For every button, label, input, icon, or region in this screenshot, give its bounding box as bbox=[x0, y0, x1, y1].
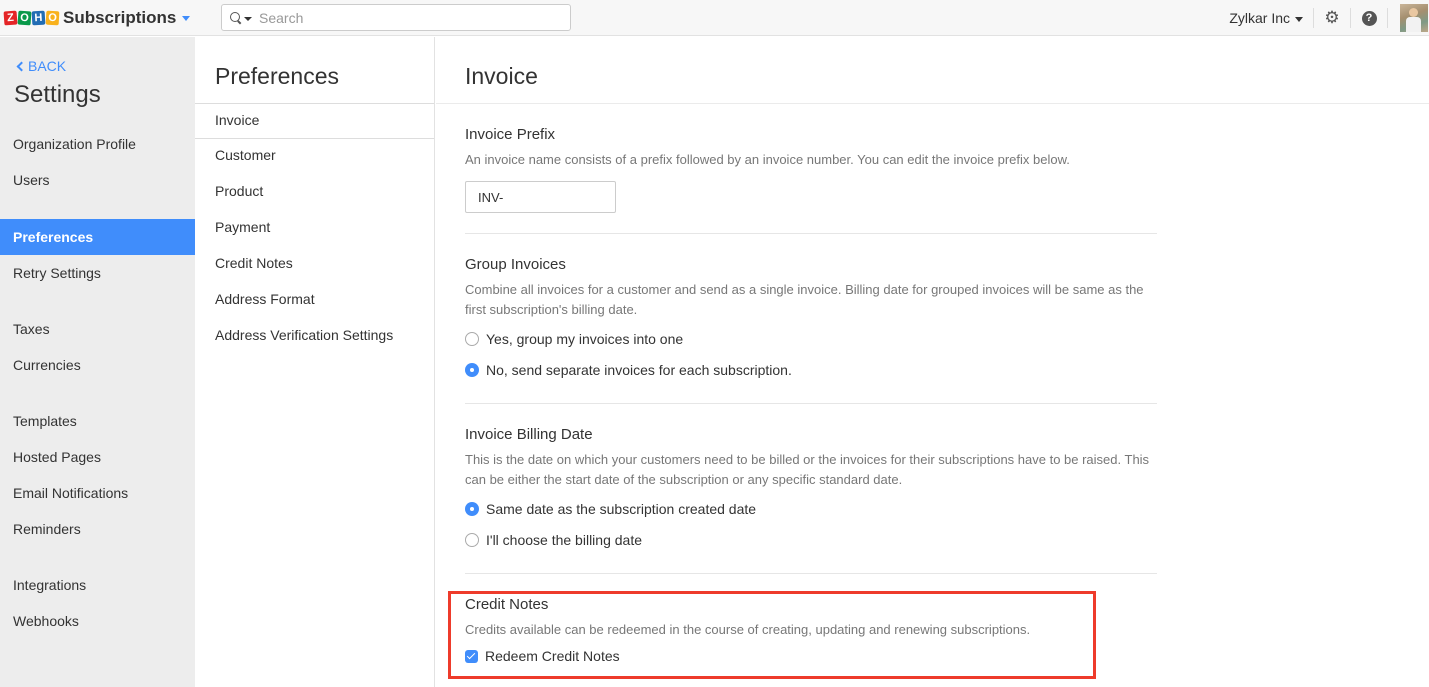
chevron-down-icon bbox=[1295, 16, 1303, 22]
pref-item-payment[interactable]: Payment bbox=[195, 211, 434, 247]
help-icon: ? bbox=[1361, 10, 1377, 26]
section-description: An invoice name consists of a prefix fol… bbox=[465, 152, 1070, 167]
settings-button[interactable]: ⚙ bbox=[1314, 0, 1350, 36]
avatar[interactable] bbox=[1400, 4, 1428, 32]
sidebar-item-users[interactable]: Users bbox=[0, 162, 195, 198]
billing-date-section: Invoice Billing Date This is the date on… bbox=[465, 426, 1157, 574]
preferences-panel: Preferences Invoice Customer Product Pay… bbox=[195, 37, 435, 687]
sidebar-item-retry-settings[interactable]: Retry Settings bbox=[0, 255, 195, 291]
page-header: Invoice bbox=[436, 37, 1429, 104]
sidebar-item-preferences[interactable]: Preferences bbox=[0, 219, 195, 255]
app-name: Subscriptions bbox=[63, 7, 177, 27]
settings-title: Settings bbox=[14, 81, 101, 108]
top-bar: Z O H O Subscriptions Zylkar Inc ⚙ ? bbox=[0, 0, 1429, 36]
invoice-settings: Invoice Invoice Prefix An invoice name c… bbox=[436, 37, 1429, 687]
sidebar-item-templates[interactable]: Templates bbox=[0, 403, 195, 439]
pref-item-customer[interactable]: Customer bbox=[195, 139, 434, 175]
redeem-credit-notes-checkbox[interactable]: Redeem Credit Notes bbox=[465, 644, 1157, 668]
invoice-prefix-input[interactable] bbox=[465, 181, 616, 213]
section-title: Invoice Prefix bbox=[465, 126, 556, 143]
section-title: Credit Notes bbox=[465, 596, 549, 613]
page-title: Invoice bbox=[465, 63, 538, 89]
zoho-logo: Z O H O bbox=[3, 10, 60, 25]
search-input[interactable] bbox=[259, 9, 549, 26]
sidebar-item-webhooks[interactable]: Webhooks bbox=[0, 603, 195, 639]
radio-group-invoices-no[interactable]: No, send separate invoices for each subs… bbox=[465, 354, 1157, 385]
sidebar-item-currencies[interactable]: Currencies bbox=[0, 347, 195, 383]
search-icon[interactable] bbox=[230, 11, 242, 24]
radio-billing-choose-date[interactable]: I'll choose the billing date bbox=[465, 524, 1157, 555]
sidebar-item-integrations[interactable]: Integrations bbox=[0, 567, 195, 603]
preferences-list: Invoice Customer Product Payment Credit … bbox=[195, 103, 434, 355]
sidebar-item-hosted-pages[interactable]: Hosted Pages bbox=[0, 439, 195, 475]
section-title: Invoice Billing Date bbox=[465, 426, 593, 443]
search-box bbox=[221, 4, 571, 31]
radio-checked-icon[interactable] bbox=[465, 501, 479, 516]
back-link[interactable]: BACK bbox=[16, 58, 66, 74]
settings-sidebar: BACK Settings Organization Profile Users… bbox=[0, 37, 195, 687]
radio-group-invoices-yes[interactable]: Yes, group my invoices into one bbox=[465, 323, 1157, 354]
pref-item-product[interactable]: Product bbox=[195, 175, 434, 211]
section-description: Combine all invoices for a customer and … bbox=[465, 282, 1144, 317]
app-switcher[interactable]: Z O H O Subscriptions bbox=[3, 7, 191, 28]
sidebar-item-reminders[interactable]: Reminders bbox=[0, 511, 195, 547]
pref-item-invoice[interactable]: Invoice bbox=[195, 103, 434, 139]
gear-icon: ⚙ bbox=[1324, 8, 1340, 27]
preferences-title: Preferences bbox=[215, 63, 340, 89]
pref-item-credit-notes[interactable]: Credit Notes bbox=[195, 247, 434, 283]
radio-unchecked-icon[interactable] bbox=[465, 532, 479, 547]
chevron-left-icon bbox=[16, 61, 27, 71]
section-description: Credits available can be redeemed in the… bbox=[465, 622, 1031, 637]
divider bbox=[1387, 8, 1388, 28]
pref-item-address-format[interactable]: Address Format bbox=[195, 283, 434, 319]
radio-billing-same-date[interactable]: Same date as the subscription created da… bbox=[465, 493, 1157, 524]
help-button[interactable]: ? bbox=[1351, 0, 1387, 36]
pref-item-address-verification-settings[interactable]: Address Verification Settings bbox=[195, 319, 434, 355]
organization-name: Zylkar Inc bbox=[1229, 10, 1290, 26]
checkbox-checked-icon[interactable] bbox=[465, 649, 478, 663]
radio-unchecked-icon[interactable] bbox=[465, 331, 479, 346]
invoice-prefix-section: Invoice Prefix An invoice name consists … bbox=[465, 126, 1157, 234]
credit-notes-section: Credit Notes Credits available can be re… bbox=[465, 596, 1157, 676]
sidebar-item-email-notifications[interactable]: Email Notifications bbox=[0, 475, 195, 511]
sidebar-item-taxes[interactable]: Taxes bbox=[0, 311, 195, 347]
radio-checked-icon[interactable] bbox=[465, 362, 479, 377]
search-filter-caret-icon[interactable] bbox=[244, 16, 252, 21]
section-description: This is the date on which your customers… bbox=[465, 452, 1150, 487]
sidebar-item-organization-profile[interactable]: Organization Profile bbox=[0, 126, 195, 162]
chevron-down-icon bbox=[182, 16, 191, 21]
organization-switcher[interactable]: Zylkar Inc bbox=[1229, 10, 1313, 26]
section-title: Group Invoices bbox=[465, 256, 566, 273]
group-invoices-section: Group Invoices Combine all invoices for … bbox=[465, 256, 1157, 404]
